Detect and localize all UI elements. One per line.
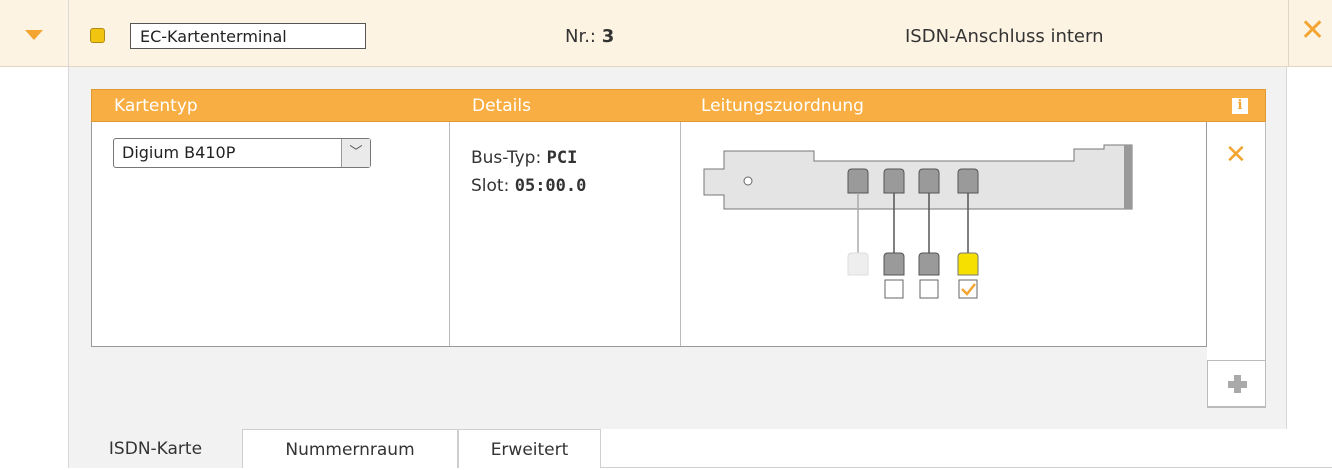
connection-type-title: ISDN-Anschluss intern	[905, 26, 1104, 47]
delete-icon[interactable]: ✕	[1225, 142, 1247, 168]
table-header: Kartentyp Details Leitungszuordnung i	[91, 89, 1266, 122]
close-button[interactable]: ✕	[1288, 0, 1332, 66]
add-button[interactable]	[1207, 360, 1266, 407]
number-value: 3	[601, 26, 615, 47]
port-checkbox-3[interactable]	[919, 279, 939, 299]
card-port-1	[847, 168, 869, 194]
collapse-column	[0, 0, 69, 468]
bus-type-label: Bus-Typ:	[471, 148, 542, 168]
name-field[interactable]: EC-Kartenterminal	[130, 23, 366, 49]
card-port-4	[957, 168, 979, 194]
chevron-down-icon	[25, 30, 43, 40]
info-icon[interactable]: i	[1232, 98, 1248, 114]
port-checkbox-4[interactable]	[958, 279, 978, 299]
header-kartentyp: Kartentyp	[114, 96, 198, 116]
collapse-button[interactable]	[0, 0, 68, 67]
card-port-3	[918, 168, 940, 194]
card-table: Kartentyp Details Leitungszuordnung i Di…	[91, 89, 1266, 408]
number-display: Nr.: 3	[565, 26, 614, 47]
port-checkbox-2[interactable]	[884, 279, 904, 299]
tab-erweitert[interactable]: Erweitert	[458, 429, 601, 468]
tab-nummernraum[interactable]: Nummernraum	[242, 429, 458, 468]
card-port-2	[883, 168, 905, 194]
line-port-3	[918, 252, 940, 276]
card-diagram	[703, 144, 1133, 299]
slot-label: Slot:	[471, 176, 510, 196]
card-bracket-icon	[703, 144, 1133, 210]
status-indicator	[90, 28, 105, 43]
line-port-2	[883, 252, 905, 276]
header-details: Details	[472, 96, 531, 116]
add-icon	[1228, 375, 1247, 393]
bus-type-value: PCI	[546, 148, 578, 168]
chevron-down-icon: ﹀	[341, 139, 370, 167]
bus-type: Bus-Typ: PCI	[471, 148, 577, 168]
slot: Slot: 05:00.0	[471, 176, 586, 196]
card-type-value: Digium B410P	[122, 143, 236, 162]
number-label: Nr.:	[565, 26, 596, 47]
entry-header: EC-Kartenterminal Nr.: 3 ISDN-Anschluss …	[0, 0, 1332, 67]
slot-value: 05:00.0	[514, 176, 587, 196]
line-port-4	[957, 252, 979, 276]
line-port-1	[847, 252, 869, 276]
close-icon: ✕	[1300, 13, 1326, 48]
tab-isdn-karte[interactable]: ISDN-Karte	[69, 429, 242, 468]
header-leitungszuordnung: Leitungszuordnung	[701, 96, 864, 116]
card-type-select[interactable]: Digium B410P ﹀	[113, 138, 371, 168]
